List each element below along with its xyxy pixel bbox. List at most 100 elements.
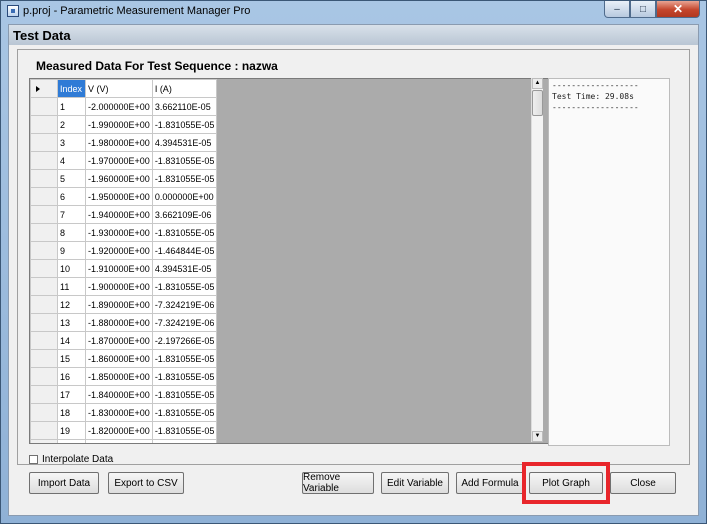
- cell-index[interactable]: 1: [57, 97, 86, 116]
- table-row[interactable]: 20-1.810000E+00-1.831055E-05: [30, 439, 218, 443]
- cell-voltage[interactable]: -1.960000E+00: [85, 169, 153, 188]
- cell-current[interactable]: -1.831055E-05: [151, 115, 218, 134]
- cell-current[interactable]: -1.831055E-05: [151, 349, 218, 368]
- vertical-scrollbar[interactable]: ▲ ▼: [531, 78, 543, 442]
- row-header[interactable]: [30, 349, 58, 368]
- table-row[interactable]: 18 -1.830000E+00 -1.831055E-05: [30, 403, 218, 422]
- cell-index[interactable]: 18: [57, 403, 86, 422]
- cell-voltage[interactable]: -1.840000E+00: [85, 385, 153, 404]
- table-row[interactable]: 9 -1.920000E+00 -1.464844E-05: [30, 241, 218, 260]
- row-header[interactable]: [30, 97, 58, 116]
- cell-voltage[interactable]: -1.820000E+00: [85, 421, 153, 440]
- cell-current[interactable]: -1.831055E-05: [151, 223, 218, 242]
- import-data-button[interactable]: Import Data: [29, 472, 99, 494]
- row-header[interactable]: [30, 385, 58, 404]
- table-row[interactable]: 17 -1.840000E+00 -1.831055E-05: [30, 385, 218, 404]
- cell-voltage[interactable]: -1.890000E+00: [85, 295, 153, 314]
- cell-voltage[interactable]: -1.830000E+00: [85, 403, 153, 422]
- cell-index[interactable]: 17: [57, 385, 86, 404]
- cell-index[interactable]: 20: [57, 439, 86, 443]
- cell-current[interactable]: -1.464844E-05: [151, 241, 218, 260]
- cell-current[interactable]: -1.831055E-05: [151, 169, 218, 188]
- cell-voltage[interactable]: -1.970000E+00: [85, 151, 153, 170]
- row-header[interactable]: [30, 115, 58, 134]
- table-row[interactable]: 14 -1.870000E+00 -2.197266E-05: [30, 331, 218, 350]
- scroll-up-button[interactable]: ▲: [532, 78, 543, 89]
- cell-current[interactable]: -1.831055E-05: [151, 439, 218, 443]
- row-header[interactable]: [30, 187, 58, 206]
- cell-index[interactable]: 7: [57, 205, 86, 224]
- interpolate-checkbox[interactable]: [29, 455, 38, 464]
- cell-current[interactable]: 3.662109E-06: [151, 205, 218, 224]
- table-row[interactable]: 4 -1.970000E+00 -1.831055E-05: [30, 151, 218, 170]
- table-row[interactable]: 5 -1.960000E+00 -1.831055E-05: [30, 169, 218, 188]
- row-header[interactable]: [30, 403, 58, 422]
- cell-index[interactable]: 5: [57, 169, 86, 188]
- row-header[interactable]: [30, 169, 58, 188]
- table-row[interactable]: 19 -1.820000E+00 -1.831055E-05: [30, 421, 218, 440]
- interpolate-option[interactable]: Interpolate Data: [29, 454, 113, 465]
- export-csv-button[interactable]: Export to CSV: [108, 472, 184, 494]
- cell-index[interactable]: 16: [57, 367, 86, 386]
- cell-index[interactable]: 13: [57, 313, 86, 332]
- scroll-down-button[interactable]: ▼: [532, 431, 543, 442]
- row-header[interactable]: [30, 223, 58, 242]
- close-window-button[interactable]: ✕: [656, 1, 700, 18]
- cell-voltage[interactable]: -1.910000E+00: [85, 259, 153, 278]
- cell-index[interactable]: 8: [57, 223, 86, 242]
- table-row[interactable]: 11 -1.900000E+00 -1.831055E-05: [30, 277, 218, 296]
- cell-index[interactable]: 19: [57, 421, 86, 440]
- cell-current[interactable]: -1.831055E-05: [151, 421, 218, 440]
- cell-index[interactable]: 15: [57, 349, 86, 368]
- row-header[interactable]: [30, 151, 58, 170]
- cell-current[interactable]: -2.197266E-05: [151, 331, 218, 350]
- cell-voltage[interactable]: -1.880000E+00: [85, 313, 153, 332]
- cell-voltage[interactable]: -1.900000E+00: [85, 277, 153, 296]
- cell-index[interactable]: 14: [57, 331, 86, 350]
- column-header-current[interactable]: I (A): [151, 79, 218, 98]
- table-row[interactable]: 15 -1.860000E+00 -1.831055E-05: [30, 349, 218, 368]
- table-row[interactable]: 8 -1.930000E+00 -1.831055E-05: [30, 223, 218, 242]
- cell-voltage[interactable]: -1.940000E+00: [85, 205, 153, 224]
- edit-variable-button[interactable]: Edit Variable: [381, 472, 449, 494]
- close-button[interactable]: Close: [610, 472, 676, 494]
- cell-index[interactable]: 10: [57, 259, 86, 278]
- table-row[interactable]: 10 -1.910000E+00 4.394531E-05: [30, 259, 218, 278]
- cell-current[interactable]: 4.394531E-05: [151, 259, 218, 278]
- cell-current[interactable]: -1.831055E-05: [151, 277, 218, 296]
- cell-voltage[interactable]: -1.850000E+00: [85, 367, 153, 386]
- cell-current[interactable]: -1.831055E-05: [151, 385, 218, 404]
- cell-current[interactable]: 3.662110E-05: [151, 97, 218, 116]
- row-header[interactable]: [30, 205, 58, 224]
- row-header[interactable]: [30, 313, 58, 332]
- table-row[interactable]: 16 -1.850000E+00 -1.831055E-05: [30, 367, 218, 386]
- row-header[interactable]: [30, 133, 58, 152]
- maximize-button[interactable]: □: [630, 1, 656, 18]
- cell-index[interactable]: 4: [57, 151, 86, 170]
- cell-voltage[interactable]: -1.860000E+00: [85, 349, 153, 368]
- cell-current[interactable]: -7.324219E-06: [151, 313, 218, 332]
- table-row[interactable]: 2 -1.990000E+00 -1.831055E-05: [30, 115, 218, 134]
- cell-index[interactable]: 3: [57, 133, 86, 152]
- table-row[interactable]: 3 -1.980000E+00 4.394531E-05: [30, 133, 218, 152]
- column-header-voltage[interactable]: V (V): [85, 79, 153, 98]
- row-header[interactable]: [30, 421, 58, 440]
- cell-voltage[interactable]: -1.990000E+00: [85, 115, 153, 134]
- row-header[interactable]: [30, 241, 58, 260]
- row-header[interactable]: [30, 439, 58, 443]
- cell-index[interactable]: 12: [57, 295, 86, 314]
- cell-voltage[interactable]: -1.870000E+00: [85, 331, 153, 350]
- row-selector-header[interactable]: [30, 79, 58, 98]
- scroll-thumb[interactable]: [532, 90, 543, 116]
- cell-index[interactable]: 6: [57, 187, 86, 206]
- minimize-button[interactable]: –: [604, 1, 630, 18]
- title-bar[interactable]: p.proj - Parametric Measurement Manager …: [1, 1, 706, 23]
- table-row[interactable]: 13 -1.880000E+00 -7.324219E-06: [30, 313, 218, 332]
- cell-voltage[interactable]: -1.980000E+00: [85, 133, 153, 152]
- cell-current[interactable]: 0.000000E+00: [151, 187, 218, 206]
- row-header[interactable]: [30, 259, 58, 278]
- cell-index[interactable]: 2: [57, 115, 86, 134]
- cell-index[interactable]: 11: [57, 277, 86, 296]
- table-row[interactable]: 12 -1.890000E+00 -7.324219E-06: [30, 295, 218, 314]
- cell-current[interactable]: 4.394531E-05: [151, 133, 218, 152]
